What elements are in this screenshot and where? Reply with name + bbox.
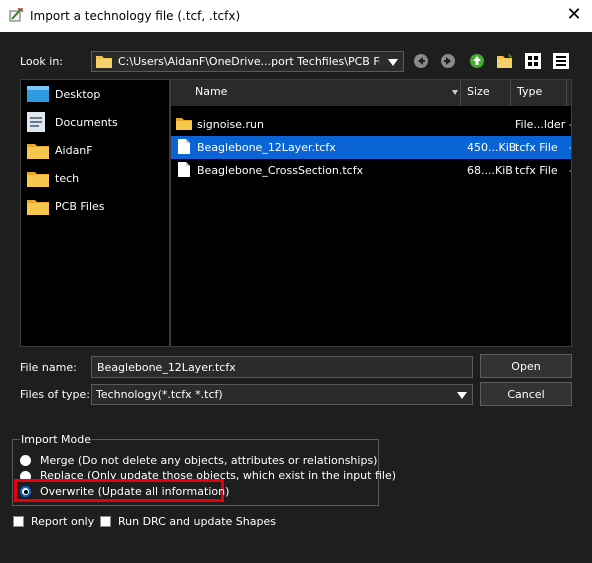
folder-icon (96, 56, 112, 68)
sidebar-item-label: AidanF (55, 144, 93, 157)
folder-icon (176, 118, 192, 130)
file-size: 450...KiB (467, 141, 517, 154)
sort-arrow-icon (452, 90, 458, 95)
file-name-label: File name: (20, 361, 77, 374)
look-in-combo[interactable]: C:\Users\AidanF\OneDrive...port Techfile… (91, 51, 404, 72)
file-name: signoise.run (197, 118, 264, 131)
file-name: Beaglebone_CrossSection.tcfx (197, 164, 364, 177)
sidebar-item-tech[interactable]: tech (25, 167, 165, 189)
folder-icon (27, 144, 49, 159)
file-size: 68....KiB (467, 164, 513, 177)
folder-icon (27, 200, 49, 215)
files-of-type-label: Files of type: (20, 388, 91, 401)
look-in-label: Look in: (20, 55, 63, 68)
new-folder-icon[interactable] (496, 52, 514, 70)
sidebar-item-pcb-files[interactable]: PCB Files (25, 195, 165, 217)
file-type: tcfx File (515, 141, 558, 154)
merge-radio[interactable] (20, 455, 31, 466)
column-header-size[interactable]: Size (461, 80, 511, 106)
overwrite-radio[interactable] (20, 486, 31, 497)
app-icon (9, 8, 23, 22)
file-icon (178, 162, 190, 177)
chevron-down-icon (388, 59, 398, 66)
close-icon[interactable]: ✕ (560, 3, 588, 27)
report-only-label: Report only (31, 515, 95, 528)
import-mode-title: Import Mode (20, 433, 92, 446)
table-row[interactable]: Beaglebone_CrossSection.tcfx 68....KiB t… (171, 159, 571, 182)
sidebar-item-label: Desktop (55, 88, 101, 101)
column-header-name[interactable]: Name (171, 80, 461, 106)
file-type: tcfx File (515, 164, 558, 177)
report-only-checkbox[interactable] (13, 516, 24, 527)
open-button[interactable]: Open (480, 354, 572, 378)
list-view-icon[interactable] (524, 52, 542, 70)
title-bar: Import a technology file (.tcf, .tcfx) ✕ (0, 0, 592, 32)
file-name-field[interactable]: Beaglebone_12Layer.tcfx (91, 356, 473, 378)
forward-icon[interactable] (439, 52, 457, 70)
sidebar-item-desktop[interactable]: Desktop (25, 83, 165, 105)
file-more: - (569, 164, 571, 177)
cancel-button[interactable]: Cancel (480, 382, 572, 406)
run-drc-checkbox[interactable] (100, 516, 111, 527)
file-more: - (569, 141, 571, 154)
file-list-header: Name Size Type (171, 80, 571, 106)
table-row[interactable]: Beaglebone_12Layer.tcfx 450...KiB tcfx F… (171, 136, 571, 159)
file-type: File...lder (515, 118, 566, 131)
file-more: - (569, 118, 571, 131)
column-header-type[interactable]: Type (511, 80, 567, 106)
sidebar-item-aidanf[interactable]: AidanF (25, 139, 165, 161)
chevron-down-icon (457, 392, 467, 399)
run-drc-label: Run DRC and update Shapes (118, 515, 276, 528)
merge-label: Merge (Do not delete any objects, attrib… (40, 454, 378, 467)
sidebar-item-label: PCB Files (55, 200, 105, 213)
sidebar-item-label: Documents (55, 116, 118, 129)
file-list[interactable]: Name Size Type signoise.run File...lder … (170, 79, 572, 347)
look-in-path: C:\Users\AidanF\OneDrive...port Techfile… (118, 55, 380, 68)
file-name: Beaglebone_12Layer.tcfx (197, 141, 336, 154)
parent-folder-icon[interactable] (468, 52, 486, 70)
sidebar-item-label: tech (55, 172, 80, 185)
overwrite-label: Overwrite (Update all information) (40, 485, 230, 498)
window-title: Import a technology file (.tcf, .tcfx) (30, 9, 241, 23)
desktop-icon (27, 86, 49, 102)
folder-icon (27, 172, 49, 187)
documents-icon (27, 112, 45, 132)
files-of-type-select[interactable]: Technology(*.tcfx *.tcf) (91, 384, 473, 405)
table-row[interactable]: signoise.run File...lder - (171, 113, 571, 136)
places-sidebar: Desktop Documents AidanF tech PCB Files (20, 79, 170, 347)
file-icon (178, 139, 190, 154)
back-icon[interactable] (412, 52, 430, 70)
detail-view-icon[interactable] (552, 52, 570, 70)
sidebar-item-documents[interactable]: Documents (25, 111, 165, 133)
